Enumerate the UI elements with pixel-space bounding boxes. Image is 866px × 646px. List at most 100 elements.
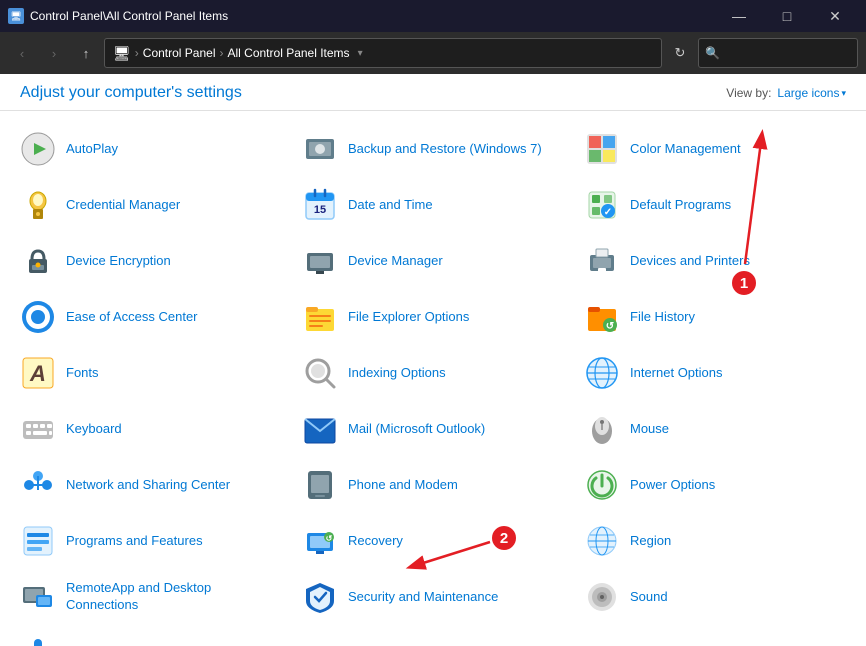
grid-item[interactable]: Device Encryption bbox=[10, 233, 292, 289]
item-icon bbox=[20, 299, 56, 335]
grid-item[interactable]: Device Manager bbox=[292, 233, 574, 289]
grid-item[interactable]: ↺ Recovery bbox=[292, 513, 574, 569]
path2: All Control Panel Items bbox=[228, 46, 350, 60]
view-by-dropdown[interactable]: Large icons ▾ bbox=[777, 86, 846, 100]
grid-item[interactable]: Sound bbox=[574, 569, 856, 625]
item-icon bbox=[20, 523, 56, 559]
item-icon: ↺ bbox=[584, 299, 620, 335]
grid-item[interactable]: Security and Maintenance bbox=[292, 569, 574, 625]
grid-item[interactable]: Indexing Options bbox=[292, 345, 574, 401]
grid-item[interactable]: 15 Date and Time bbox=[292, 177, 574, 233]
item-label: Internet Options bbox=[630, 365, 723, 382]
item-icon bbox=[20, 411, 56, 447]
grid-item[interactable]: Devices and Printers bbox=[574, 233, 856, 289]
item-icon: A bbox=[20, 355, 56, 391]
item-icon bbox=[20, 187, 56, 223]
grid-item[interactable]: Speech Recognition bbox=[10, 625, 292, 646]
grid-item[interactable]: Backup and Restore (Windows 7) bbox=[292, 121, 574, 177]
forward-button[interactable]: › bbox=[40, 39, 68, 67]
grid-item[interactable]: Region bbox=[574, 513, 856, 569]
search-box[interactable]: 🔍 bbox=[698, 38, 858, 68]
sep1: › bbox=[135, 46, 139, 60]
item-icon bbox=[20, 635, 56, 646]
title-bar: 🖥 Control Panel\All Control Panel Items … bbox=[0, 0, 866, 32]
item-icon bbox=[20, 579, 56, 615]
svg-text:✓: ✓ bbox=[604, 207, 612, 218]
sep2: › bbox=[220, 46, 224, 60]
item-icon bbox=[302, 467, 338, 503]
svg-text:↺: ↺ bbox=[606, 321, 614, 332]
item-label: Region bbox=[630, 533, 671, 550]
grid-item[interactable]: Internet Options bbox=[574, 345, 856, 401]
item-icon bbox=[302, 131, 338, 167]
item-label: Backup and Restore (Windows 7) bbox=[348, 141, 542, 158]
item-label: Security and Maintenance bbox=[348, 589, 498, 606]
maximize-button[interactable]: □ bbox=[764, 0, 810, 32]
item-icon bbox=[584, 355, 620, 391]
title-bar-controls: — □ ✕ bbox=[716, 0, 858, 32]
grid-item[interactable]: ↺ File History bbox=[574, 289, 856, 345]
item-icon bbox=[20, 467, 56, 503]
item-label: Programs and Features bbox=[66, 533, 203, 550]
item-icon bbox=[302, 243, 338, 279]
app-icon: 🖥 bbox=[8, 8, 24, 24]
path1: Control Panel bbox=[143, 46, 216, 60]
grid-item[interactable]: Programs and Features bbox=[10, 513, 292, 569]
address-chevron[interactable]: ▾ bbox=[358, 48, 363, 59]
grid-item[interactable]: File Explorer Options bbox=[292, 289, 574, 345]
grid-item[interactable]: A Fonts bbox=[10, 345, 292, 401]
grid-item[interactable]: Ease of Access Center bbox=[10, 289, 292, 345]
item-icon bbox=[584, 523, 620, 559]
item-label: Date and Time bbox=[348, 197, 433, 214]
item-icon bbox=[302, 299, 338, 335]
item-label: Fonts bbox=[66, 365, 99, 382]
item-label: AutoPlay bbox=[66, 141, 118, 158]
view-by: View by: Large icons ▾ bbox=[726, 86, 846, 100]
svg-text:A: A bbox=[29, 361, 46, 386]
svg-text:15: 15 bbox=[314, 204, 326, 216]
item-label: Mouse bbox=[630, 421, 669, 438]
item-label: Devices and Printers bbox=[630, 253, 750, 270]
grid-item[interactable]: Network and Sharing Center bbox=[10, 457, 292, 513]
item-label: Default Programs bbox=[630, 197, 731, 214]
header-bar: Adjust your computer's settings View by:… bbox=[0, 74, 866, 111]
items-grid: AutoPlay Backup and Restore (Windows 7) Co… bbox=[0, 111, 866, 646]
grid-item[interactable]: Mail (Microsoft Outlook) bbox=[292, 401, 574, 457]
grid-item[interactable]: Mouse bbox=[574, 401, 856, 457]
item-label: File Explorer Options bbox=[348, 309, 469, 326]
item-label: Mail (Microsoft Outlook) bbox=[348, 421, 485, 438]
grid-item[interactable]: RemoteApp and Desktop Connections bbox=[10, 569, 292, 625]
svg-text:↺: ↺ bbox=[326, 534, 333, 543]
address-bar: ‹ › ↑ 🖥 › Control Panel › All Control Pa… bbox=[0, 32, 866, 74]
main-content: Adjust your computer's settings View by:… bbox=[0, 74, 866, 646]
item-icon bbox=[302, 355, 338, 391]
up-button[interactable]: ↑ bbox=[72, 39, 100, 67]
item-icon: ↺ bbox=[302, 523, 338, 559]
close-button[interactable]: ✕ bbox=[812, 0, 858, 32]
grid-item[interactable]: Power Options bbox=[574, 457, 856, 513]
back-button[interactable]: ‹ bbox=[8, 39, 36, 67]
item-label: Network and Sharing Center bbox=[66, 477, 230, 494]
grid-item[interactable]: Keyboard bbox=[10, 401, 292, 457]
refresh-button[interactable]: ↻ bbox=[666, 39, 694, 67]
item-label: Device Encryption bbox=[66, 253, 171, 270]
item-icon bbox=[584, 579, 620, 615]
item-label: Indexing Options bbox=[348, 365, 446, 382]
grid-item[interactable]: Credential Manager bbox=[10, 177, 292, 233]
view-by-label: View by: bbox=[726, 86, 771, 100]
grid-item[interactable]: Color Management bbox=[574, 121, 856, 177]
item-icon: 15 bbox=[302, 187, 338, 223]
item-icon bbox=[584, 243, 620, 279]
item-label: Power Options bbox=[630, 477, 715, 494]
grid-item[interactable]: ✓ Default Programs bbox=[574, 177, 856, 233]
grid-item[interactable]: Phone and Modem bbox=[292, 457, 574, 513]
item-label: Ease of Access Center bbox=[66, 309, 198, 326]
title-bar-text: Control Panel\All Control Panel Items bbox=[30, 9, 716, 23]
item-label: Keyboard bbox=[66, 421, 122, 438]
item-label: Sound bbox=[630, 589, 668, 606]
grid-item[interactable]: AutoPlay bbox=[10, 121, 292, 177]
minimize-button[interactable]: — bbox=[716, 0, 762, 32]
address-box[interactable]: 🖥 › Control Panel › All Control Panel It… bbox=[104, 38, 662, 68]
item-label: Recovery bbox=[348, 533, 403, 550]
item-label: File History bbox=[630, 309, 695, 326]
